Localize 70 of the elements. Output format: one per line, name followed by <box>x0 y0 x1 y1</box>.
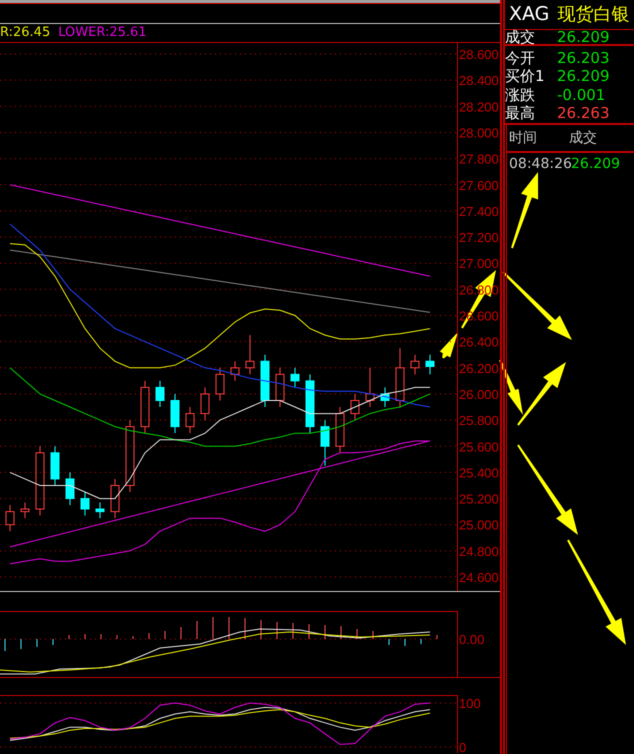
axis-label: 100 <box>459 696 481 711</box>
field-value: 26.263 <box>557 106 610 122</box>
candlestick <box>306 374 314 434</box>
axis-label: 0 <box>459 740 466 753</box>
candlestick <box>36 446 44 516</box>
candlestick <box>396 348 404 408</box>
candlestick <box>320 420 330 466</box>
column-header: 时间 <box>508 131 538 145</box>
candlestick <box>6 504 14 532</box>
axis-label: 25.200 <box>459 492 499 507</box>
axis-label: 25.400 <box>459 465 499 480</box>
candlestick <box>156 380 164 408</box>
arrow-annotation <box>440 332 458 358</box>
axis-label: 25.800 <box>459 413 499 428</box>
field-value: 26.209 <box>557 69 610 84</box>
candlestick <box>96 502 104 519</box>
instrument-name: 现货白银 <box>557 6 630 24</box>
field-value: 26.209 <box>557 30 610 44</box>
candlestick <box>170 393 180 434</box>
axis-label: 27.600 <box>459 178 499 193</box>
axis-label: 26.400 <box>459 334 499 350</box>
axis-label: 0.00 <box>459 632 484 647</box>
axis-label: 26.000 <box>459 386 499 402</box>
candlestick <box>200 386 210 421</box>
candlestick <box>20 502 30 519</box>
arrow-annotation <box>502 271 572 340</box>
candlestick <box>350 393 360 421</box>
candlestick <box>246 334 254 375</box>
candlestick <box>216 367 224 401</box>
axis-label: 24.800 <box>459 544 499 559</box>
field-value: 26.203 <box>557 50 610 66</box>
tick-time: 08:48:26 <box>508 157 571 171</box>
field-label: 最高 <box>505 106 536 122</box>
candlestick <box>66 472 74 506</box>
candlestick <box>410 354 420 375</box>
candlestick <box>426 354 434 375</box>
candlestick <box>290 367 300 388</box>
field-label: 今开 <box>505 50 536 66</box>
candlestick <box>80 492 90 516</box>
field-label: 涨跌 <box>505 88 536 103</box>
candlestick <box>186 406 194 434</box>
candlestick <box>366 367 374 408</box>
axis-label: 27.000 <box>459 256 499 272</box>
column-header: 成交 <box>569 131 597 145</box>
candlestick <box>140 380 150 434</box>
candlestick <box>260 354 270 408</box>
axis-label: 25.600 <box>459 439 499 454</box>
axis-label: 28.600 <box>459 47 499 62</box>
axis-label: 27.400 <box>459 204 499 219</box>
indicator-value: R:26.45 <box>0 24 50 42</box>
candlestick <box>50 446 60 486</box>
candlestick <box>336 406 344 454</box>
candlestick <box>380 386 390 408</box>
candlestick <box>276 367 284 408</box>
candlestick <box>230 360 240 382</box>
axis-label: 26.200 <box>459 360 499 376</box>
axis-label: 28.400 <box>459 73 499 88</box>
tick-price: 26.209 <box>571 157 620 171</box>
symbol-code: XAG <box>509 5 550 24</box>
field-label: 成交 <box>505 30 536 44</box>
axis-label: 27.800 <box>459 152 499 167</box>
axis-label: 27.200 <box>459 230 499 246</box>
axis-label: 24.600 <box>459 570 499 585</box>
field-value: -0.001 <box>557 88 606 103</box>
axis-label: 28.000 <box>459 125 499 140</box>
axis-label: 25.000 <box>459 518 499 533</box>
field-label: 买价1 <box>505 69 546 84</box>
candlestick <box>110 478 120 519</box>
indicator-value: LOWER:25.61 <box>58 24 147 42</box>
axis-label: 28.200 <box>459 99 499 114</box>
